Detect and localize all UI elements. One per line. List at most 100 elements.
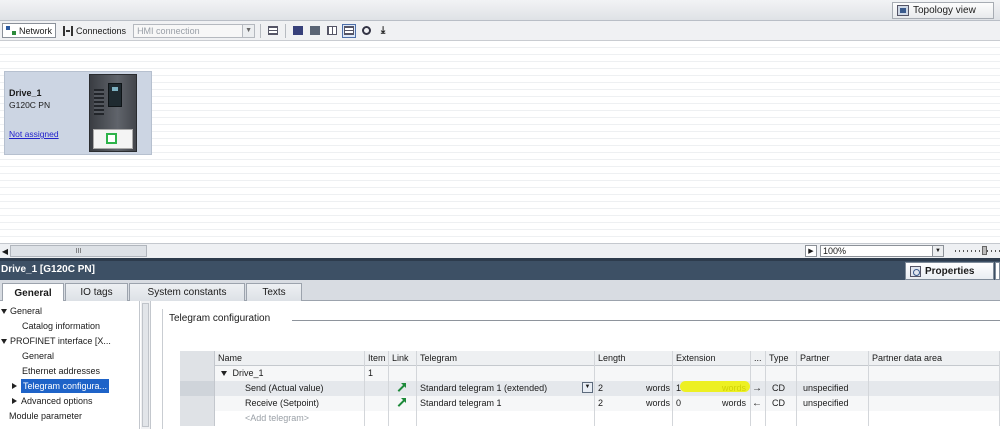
empty-cell — [869, 381, 1000, 396]
go-to-link-icon[interactable] — [396, 383, 406, 393]
not-assigned-link[interactable]: Not assigned — [9, 129, 59, 139]
group-item: 1 — [365, 366, 389, 381]
empty-cell — [869, 411, 1000, 426]
zoom-select[interactable]: 100% ▼ — [820, 245, 944, 257]
profinet-port-icon[interactable] — [106, 133, 117, 144]
properties-icon — [910, 265, 921, 277]
link-cell[interactable] — [389, 381, 417, 396]
inspector-content: General Catalog information PROFINET int… — [0, 301, 1000, 429]
direction-arrow: ← — [751, 396, 766, 411]
col-extension[interactable]: Extension — [673, 351, 751, 366]
tab-texts[interactable]: Texts — [246, 283, 302, 301]
partner-value: unspecified — [797, 396, 869, 411]
table-row[interactable]: Send (Actual value) Standard telegram 1 … — [180, 381, 1000, 396]
scroll-left-icon[interactable]: ◀ — [0, 245, 10, 257]
grid-icon[interactable] — [325, 24, 339, 38]
download-icon[interactable]: ⤓ — [376, 24, 390, 38]
chevron-down-icon[interactable]: ▼ — [582, 382, 593, 393]
telegram-name: Receive (Setpoint) — [215, 396, 365, 411]
col-name[interactable]: Name — [215, 351, 365, 366]
col-partner[interactable]: Partner — [797, 351, 869, 366]
col-item[interactable]: Item — [365, 351, 389, 366]
nav-item-telegram-configuration[interactable]: Telegram configura... — [12, 379, 110, 393]
chevron-down-icon[interactable]: ▼ — [242, 24, 255, 37]
col-partner-data-area[interactable]: Partner data area — [869, 351, 1000, 366]
nav-scroll-thumb[interactable] — [142, 303, 149, 427]
nav-item-interface-general[interactable]: General — [22, 349, 54, 363]
network-button[interactable]: Network — [2, 23, 57, 38]
nav-item-general[interactable]: General — [1, 304, 42, 318]
topology-view-tab[interactable]: Topology view — [892, 2, 994, 19]
drive-image[interactable] — [89, 74, 137, 152]
section-title: Telegram configuration — [169, 313, 277, 324]
chevron-down-icon[interactable]: ▼ — [932, 246, 943, 256]
length-value[interactable]: 2 — [595, 381, 643, 396]
canvas-scrollbar: ◀ III ▶ 100% ▼ — [0, 243, 1000, 258]
type-value: CD — [766, 396, 797, 411]
zoom-slider[interactable] — [955, 250, 1000, 252]
properties-label: Properties — [925, 265, 975, 277]
extension-unit: words — [719, 396, 751, 411]
nav-item-advanced-options[interactable]: Advanced options — [12, 394, 93, 408]
connections-button[interactable]: Connections — [59, 23, 130, 38]
show-address-icon[interactable] — [266, 24, 280, 38]
scroll-thumb[interactable]: III — [10, 245, 147, 257]
col-length[interactable]: Length — [595, 351, 673, 366]
device-name: Drive_1 — [9, 88, 42, 98]
section-divider — [162, 309, 163, 429]
table-row[interactable]: Receive (Setpoint) Standard telegram 1 2… — [180, 396, 1000, 411]
expand-icon[interactable] — [221, 371, 227, 377]
network-canvas[interactable]: Drive_1 G120C PN Not assigned — [0, 41, 1000, 243]
empty-cell — [595, 411, 673, 426]
collapse-icon[interactable] — [12, 383, 17, 389]
scroll-right-icon[interactable]: ▶ — [805, 245, 817, 257]
table-row[interactable]: Drive_1 1 — [180, 366, 1000, 381]
go-to-link-icon[interactable] — [396, 398, 406, 408]
add-telegram-cell[interactable]: <Add telegram> — [215, 411, 365, 426]
collapse-icon[interactable] — [12, 398, 17, 404]
page-break-icon[interactable] — [308, 24, 322, 38]
empty-cell — [766, 366, 797, 381]
empty-cell — [365, 396, 389, 411]
nav-item-module-parameter[interactable]: Module parameter — [9, 409, 82, 423]
tab-system-constants[interactable]: System constants — [129, 283, 245, 301]
telegram-select[interactable]: Standard telegram 1 (extended) ▼ — [417, 381, 595, 396]
nav-item-profinet-interface[interactable]: PROFINET interface [X... — [1, 334, 111, 348]
nav-scrollbar[interactable] — [141, 301, 151, 429]
row-header — [180, 351, 215, 366]
col-telegram[interactable]: Telegram — [417, 351, 595, 366]
col-more[interactable]: ... — [751, 351, 766, 366]
tab-io-tags[interactable]: IO tags — [65, 283, 128, 301]
expand-icon[interactable] — [1, 308, 7, 314]
empty-cell — [673, 411, 751, 426]
table-row[interactable]: <Add telegram> — [180, 411, 1000, 426]
telegram-value[interactable]: Standard telegram 1 — [417, 396, 595, 411]
properties-tab[interactable]: Properties — [905, 262, 994, 280]
inspector-title: Drive_1 [G120C PN] — [1, 264, 95, 275]
drive-operator-panel — [108, 83, 122, 107]
table-view-icon[interactable] — [342, 23, 357, 38]
empty-cell — [417, 366, 595, 381]
group-name-cell: Drive_1 — [215, 366, 365, 381]
network-toolbar: Network Connections HMI connection ▼ ⤓ — [0, 21, 1000, 41]
connection-type-select[interactable]: HMI connection ▼ — [133, 23, 256, 38]
length-value[interactable]: 2 — [595, 396, 643, 411]
empty-cell — [869, 366, 1000, 381]
nav-item-catalog-information[interactable]: Catalog information — [22, 319, 100, 333]
zoom-icon[interactable] — [359, 24, 373, 38]
nav-item-ethernet-addresses[interactable]: Ethernet addresses — [22, 364, 100, 378]
link-cell[interactable] — [389, 396, 417, 411]
col-type[interactable]: Type — [766, 351, 797, 366]
device-list-icon[interactable] — [291, 24, 305, 38]
group-name: Drive_1 — [232, 368, 264, 378]
info-tab-edge[interactable] — [995, 262, 1000, 280]
expand-icon[interactable] — [1, 338, 7, 344]
zoom-slider-handle[interactable] — [982, 246, 987, 255]
device-drive-1[interactable]: Drive_1 G120C PN Not assigned — [4, 71, 152, 155]
tab-general[interactable]: General — [2, 283, 64, 302]
extension-value[interactable]: 0 — [673, 396, 719, 411]
toolbar-separator — [260, 23, 262, 38]
telegram-table: Name Item Link Telegram Length Extension… — [180, 351, 1000, 429]
col-link[interactable]: Link — [389, 351, 417, 366]
row-header — [180, 411, 215, 426]
